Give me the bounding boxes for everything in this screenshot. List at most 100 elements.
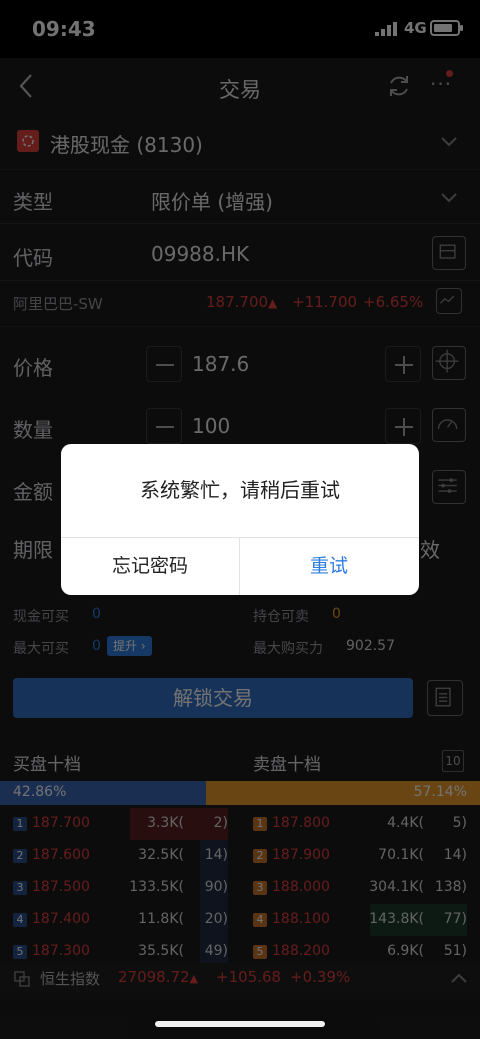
home-indicator[interactable] [155, 1021, 325, 1027]
bid-count: 14) [204, 847, 228, 863]
depth-toggle-button[interactable]: 10 [442, 750, 464, 772]
ask-volume: 304.1K( [369, 879, 424, 895]
bid-level: 5 [13, 945, 27, 959]
dialog-message: 系统繁忙，请稍后重试 [140, 478, 340, 502]
index-change: +105.68 [216, 968, 282, 986]
bid-volume: 35.5K( [138, 943, 184, 959]
chevron-down-icon[interactable] [440, 192, 458, 204]
divider [0, 223, 480, 224]
order-book-row: 1 187.700 3.3K( 2) 1 187.800 4.4K( 5) [0, 808, 480, 840]
refresh-icon[interactable] [386, 73, 412, 99]
index-change-pct: +0.39% [290, 968, 351, 986]
account-label[interactable]: 港股现金 (8130) [50, 129, 203, 158]
cash-buy-label: 现金可买 [13, 609, 69, 625]
ask-count: 51) [443, 943, 467, 959]
retry-button[interactable]: 重试 [240, 538, 418, 595]
ask-price[interactable]: 188.100 [272, 911, 330, 927]
ask-volume: 4.4K( [387, 815, 424, 831]
bid-level: 2 [13, 849, 27, 863]
ask-count: 138) [434, 879, 467, 895]
ask-price[interactable]: 188.000 [272, 879, 330, 895]
ask-volume: 143.8K( [369, 911, 424, 927]
gauge-icon[interactable] [432, 408, 466, 442]
ask-count: 14) [443, 847, 467, 863]
order-book-row: 3 187.500 133.5K(90) 3 188.000 304.1K(138) [0, 872, 480, 904]
amount-label: 金额 [13, 480, 53, 504]
buy-ratio-pct: 42.86% [13, 784, 67, 800]
bid-volume: 3.3K( [147, 815, 184, 831]
error-dialog: 系统繁忙，请稍后重试 忘记密码 重试 [61, 444, 419, 595]
link-icon [14, 971, 30, 987]
signal-icon [375, 22, 397, 36]
ask-volume: 6.9K( [387, 943, 424, 959]
status-time: 09:43 [32, 17, 96, 41]
upgrade-button[interactable]: 提升 › [107, 636, 152, 656]
price-label: 价格 [13, 356, 53, 380]
forgot-password-button[interactable]: 忘记密码 [61, 538, 239, 595]
index-bar[interactable]: 恒生指数 27098.72▲ +105.68 +0.39% [0, 963, 480, 993]
price-decrease-button[interactable] [146, 346, 182, 382]
chevron-down-icon[interactable] [440, 136, 458, 148]
settings-sliders-icon[interactable] [432, 470, 466, 504]
bid-price[interactable]: 187.500 [32, 879, 90, 895]
term-label: 期限 [13, 538, 53, 562]
bid-price[interactable]: 187.300 [32, 943, 90, 959]
order-book-row: 4 187.400 11.8K(20) 4 188.100 143.8K(77) [0, 904, 480, 936]
crosshair-icon[interactable] [432, 346, 466, 380]
bid-price[interactable]: 187.700 [32, 815, 90, 831]
bid-level: 1 [13, 817, 27, 831]
buy-book-title: 买盘十档 [13, 755, 81, 775]
term-value[interactable]: 效 [420, 534, 440, 563]
quantity-input[interactable]: 100 [192, 414, 230, 438]
bid-count: 2) [213, 815, 228, 831]
divider [0, 280, 480, 281]
order-type-select[interactable]: 限价单 (增强) [151, 186, 273, 215]
bid-volume: 11.8K( [138, 911, 184, 927]
ask-count: 5) [452, 815, 467, 831]
hk-flag-icon [17, 130, 39, 152]
max-buy-value: 0 [92, 638, 101, 654]
stock-change-pct: +6.65% [363, 293, 424, 311]
bid-count: 49) [204, 943, 228, 959]
code-label: 代码 [13, 246, 53, 270]
ask-level: 4 [253, 913, 267, 927]
ask-volume: 70.1K( [378, 847, 424, 863]
type-label: 类型 [13, 190, 53, 214]
clipboard-icon[interactable] [427, 680, 463, 716]
sell-ratio-pct: 57.14% [413, 784, 467, 800]
price-input[interactable]: 187.6 [192, 352, 249, 376]
ask-price[interactable]: 188.200 [272, 943, 330, 959]
unlock-trade-button[interactable]: 解锁交易 [13, 678, 413, 718]
price-increase-button[interactable] [385, 346, 421, 382]
max-buy-label: 最大可买 [13, 641, 69, 657]
stock-picker-icon[interactable] [432, 236, 466, 270]
stock-name: 阿里巴巴-SW [13, 295, 103, 313]
bid-volume: 133.5K( [129, 879, 184, 895]
order-book-row: 2 187.600 32.5K(14) 2 187.900 70.1K(14) [0, 840, 480, 872]
ask-count: 77) [443, 911, 467, 927]
ask-price[interactable]: 187.900 [272, 847, 330, 863]
order-book-row: 5 187.300 35.5K(49) 5 188.200 6.9K(51) [0, 936, 480, 963]
bid-level: 3 [13, 881, 27, 895]
code-input[interactable]: 09988.HK [151, 242, 249, 266]
qty-increase-button[interactable] [385, 408, 421, 444]
ask-level: 1 [253, 817, 267, 831]
bid-price[interactable]: 187.600 [32, 847, 90, 863]
quantity-label: 数量 [13, 418, 53, 442]
bid-count: 90) [204, 879, 228, 895]
bid-count: 20) [204, 911, 228, 927]
index-value: 27098.72▲ [118, 968, 199, 986]
hold-sell-value: 0 [332, 606, 341, 622]
status-bar: 09:43 4G [0, 0, 480, 58]
ask-price[interactable]: 187.800 [272, 815, 330, 831]
network-label: 4G [404, 19, 427, 37]
divider [0, 169, 480, 170]
qty-decrease-button[interactable] [146, 408, 182, 444]
ask-level: 2 [253, 849, 267, 863]
chevron-up-icon[interactable] [450, 972, 468, 984]
hold-sell-label: 持仓可卖 [253, 609, 309, 625]
chart-icon[interactable] [436, 288, 462, 314]
bid-price[interactable]: 187.400 [32, 911, 90, 927]
ratio-bar: 42.86% 57.14% [0, 781, 480, 805]
order-book: 1 187.700 3.3K( 2) 1 187.800 4.4K( 5) 2 187.600 3 2… [0, 808, 480, 963]
